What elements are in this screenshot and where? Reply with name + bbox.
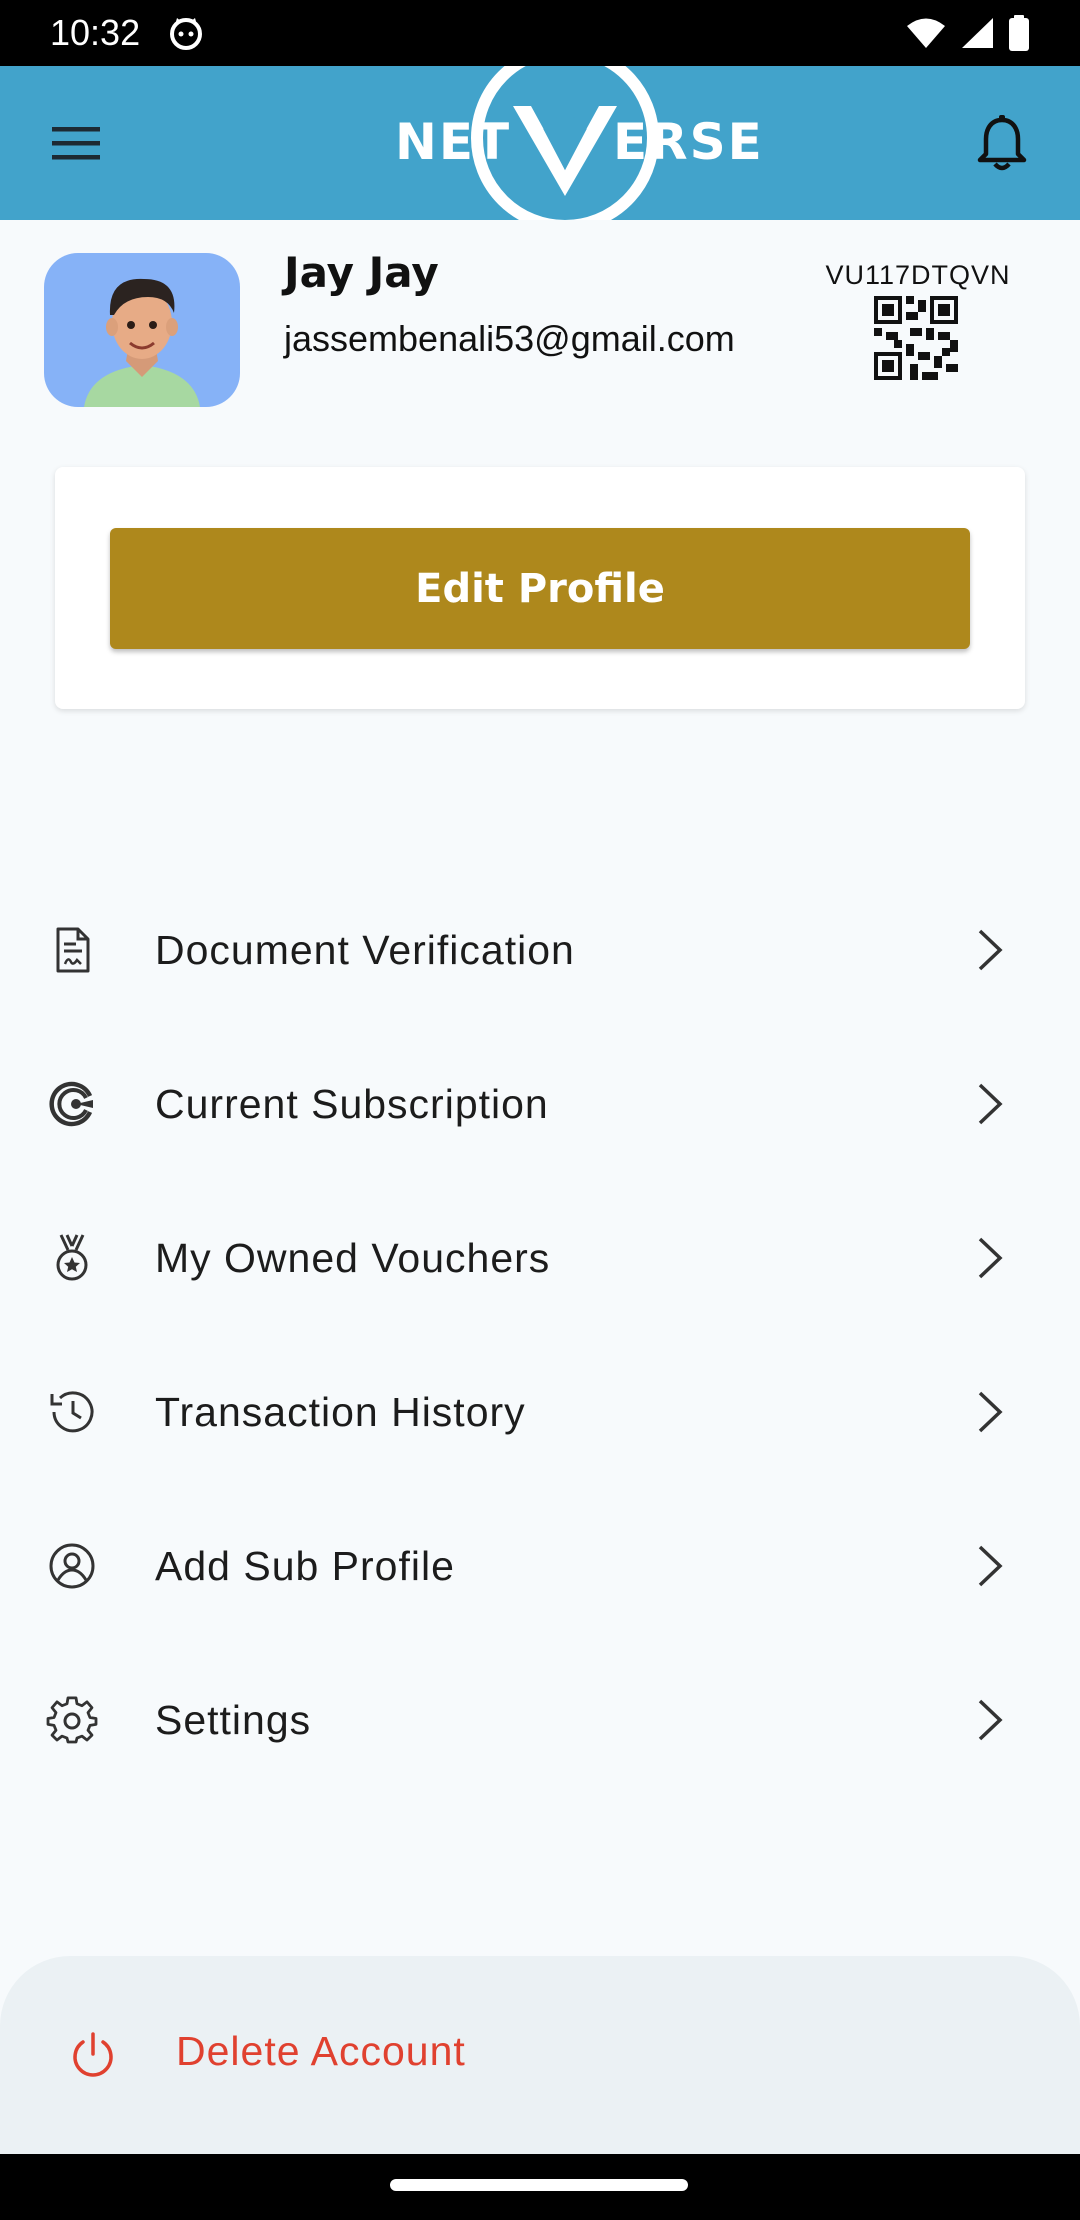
document-icon: [56, 927, 90, 973]
status-time: 10:32: [50, 12, 141, 53]
user-email: jassembenali53@gmail.com: [284, 318, 735, 359]
medal-icon: [56, 1234, 88, 1281]
bell-icon[interactable]: [974, 114, 1030, 174]
menu-item-settings[interactable]: Settings: [0, 1643, 1080, 1797]
logo-text-left: NET: [395, 113, 512, 171]
gear-icon: [46, 1696, 98, 1744]
edit-profile-button[interactable]: Edit Profile: [110, 528, 970, 649]
delete-account-sheet: Delete Account: [0, 1956, 1080, 2154]
user-circle-icon: [49, 1543, 95, 1589]
wifi-icon: [907, 18, 945, 48]
delete-account-button[interactable]: Delete Account: [0, 1956, 1080, 2154]
user-code: VU117DTQVN: [825, 260, 1011, 290]
cat-notification-icon: [170, 18, 203, 50]
chevron-right-icon: [978, 929, 1003, 971]
chevron-right-icon: [978, 1237, 1003, 1279]
menu-item-label: Transaction History: [155, 1388, 526, 1435]
menu-item-current-subscription[interactable]: Current Subscription: [0, 1027, 1080, 1181]
logo-text-right: ERSE: [613, 113, 764, 171]
menu-item-label: My Owned Vouchers: [155, 1234, 551, 1281]
home-gesture-handle[interactable]: [390, 2179, 688, 2191]
qr-code-icon[interactable]: [874, 296, 958, 380]
chevron-right-icon: [978, 1699, 1003, 1741]
system-navigation-bar: [0, 2154, 1080, 2220]
app-bar: NET ERSE: [0, 66, 1080, 220]
edit-profile-card: Edit Profile: [55, 467, 1025, 709]
menu-item-label: Current Subscription: [155, 1080, 549, 1127]
battery-icon: [1009, 15, 1029, 51]
avatar: [44, 253, 240, 407]
history-icon: [50, 1391, 94, 1433]
menu-item-transaction-history[interactable]: Transaction History: [0, 1335, 1080, 1489]
chevron-right-icon: [978, 1083, 1003, 1125]
netverse-logo: NET ERSE: [395, 66, 762, 220]
delete-account-label: Delete Account: [176, 2028, 466, 2074]
menu-item-label: Add Sub Profile: [155, 1542, 455, 1589]
menu-item-label: Document Verification: [155, 926, 575, 973]
user-name: Jay Jay: [284, 248, 439, 297]
power-icon: [73, 2032, 113, 2077]
hamburger-menu-icon[interactable]: [48, 118, 104, 168]
signal-icon: [962, 18, 993, 48]
menu-item-label: Settings: [155, 1696, 312, 1743]
chevron-right-icon: [978, 1545, 1003, 1587]
menu-item-document-verification[interactable]: Document Verification: [0, 873, 1080, 1027]
status-bar: 10:32: [0, 0, 1080, 66]
chevron-right-icon: [978, 1391, 1003, 1433]
subscription-icon: [49, 1081, 93, 1127]
menu-item-add-sub-profile[interactable]: Add Sub Profile: [0, 1489, 1080, 1643]
menu-item-my-owned-vouchers[interactable]: My Owned Vouchers: [0, 1181, 1080, 1335]
